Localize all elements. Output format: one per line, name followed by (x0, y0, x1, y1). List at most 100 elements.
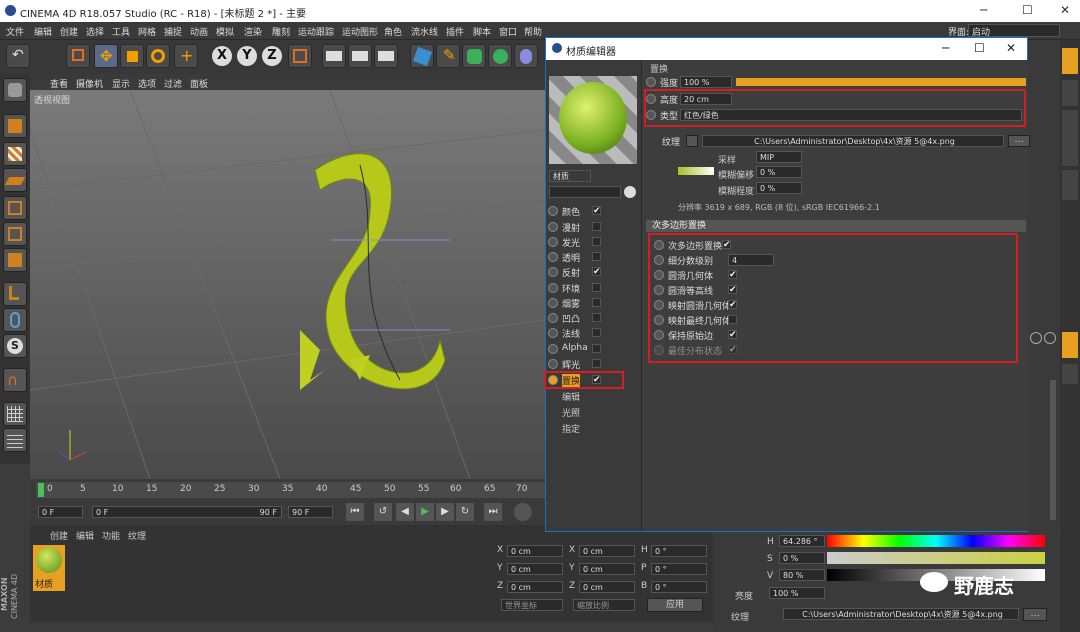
hue-slider[interactable] (827, 535, 1045, 547)
menu-select[interactable]: 选择 (86, 25, 104, 38)
mm-menu-function[interactable]: 功能 (102, 529, 120, 542)
channel-checkbox[interactable] (592, 222, 601, 231)
vp-menu-display[interactable]: 显示 (112, 77, 130, 90)
render-view-button[interactable] (322, 44, 346, 68)
strength-slider[interactable] (736, 78, 1026, 86)
channel-fog[interactable]: 烟雾 (548, 296, 638, 310)
menu-mograph[interactable]: 运动图形 (342, 25, 378, 38)
play-button[interactable]: ▶ (416, 503, 434, 521)
structure-tab[interactable] (1062, 170, 1078, 200)
channel-checkbox[interactable] (592, 344, 601, 353)
channel-editor[interactable]: 编辑 (562, 390, 580, 403)
channel-alpha[interactable]: Alpha (548, 342, 638, 356)
channel-glow[interactable]: 辉光 (548, 357, 638, 371)
menu-tools[interactable]: 工具 (112, 25, 130, 38)
channel-checkbox[interactable] (592, 298, 601, 307)
saturation-slider[interactable] (827, 552, 1045, 564)
material-name-field[interactable]: 材质 (549, 170, 591, 182)
settings-icon[interactable] (1044, 332, 1056, 344)
menu-animate[interactable]: 动画 (190, 25, 208, 38)
apply-button[interactable]: 应用 (647, 598, 703, 612)
next-key-button[interactable]: ↻ (456, 503, 474, 521)
channel-checkbox[interactable] (592, 237, 601, 246)
scale-tool-button[interactable] (120, 44, 144, 68)
menu-edit[interactable]: 编辑 (34, 25, 52, 38)
channel-checkbox[interactable]: ✔ (592, 267, 601, 277)
texture-browse-button[interactable]: … (1023, 608, 1047, 621)
goto-end-button[interactable]: ⏭ (484, 503, 502, 521)
lock-icon[interactable] (1030, 332, 1042, 344)
channel-radio[interactable] (548, 283, 558, 293)
channel-radio[interactable] (548, 206, 558, 216)
frame-range-slider[interactable]: 0 F 90 F (92, 506, 282, 518)
polygon-mode-button[interactable] (3, 248, 27, 272)
x-axis-lock-button[interactable]: X (212, 46, 232, 66)
y-axis-lock-button[interactable]: Y (237, 46, 257, 66)
channel-radio[interactable] (548, 267, 558, 277)
make-editable-button[interactable] (3, 78, 27, 102)
maximize-button[interactable]: ☐ (1022, 3, 1033, 17)
scrollbar[interactable] (1050, 380, 1056, 520)
me-close-button[interactable]: ✕ (1006, 41, 1016, 55)
vp-menu-view[interactable]: 查看 (50, 77, 68, 90)
menu-character[interactable]: 角色 (384, 25, 402, 38)
vp-menu-filter[interactable]: 过滤 (164, 77, 182, 90)
channel-radio[interactable] (548, 313, 558, 323)
animation-dot[interactable] (646, 77, 656, 87)
goto-start-button[interactable]: ⏮ (346, 503, 364, 521)
channel-bump[interactable]: 凹凸 (548, 311, 638, 325)
saturation-field[interactable]: 0 % (779, 552, 825, 564)
coordinate-system-button[interactable] (288, 44, 312, 68)
cube-object-button[interactable] (410, 44, 434, 68)
channel-checkbox[interactable]: ✔ (592, 206, 601, 216)
menu-create[interactable]: 创建 (60, 25, 78, 38)
layout-select[interactable]: 启动 (968, 24, 1060, 38)
material-preview[interactable] (549, 76, 637, 164)
menu-mesh[interactable]: 网格 (138, 25, 156, 38)
objects-tab[interactable] (1062, 48, 1078, 74)
render-settings-button[interactable] (374, 44, 398, 68)
snap-button[interactable]: S (3, 334, 27, 358)
content-browser-tab[interactable] (1062, 110, 1078, 166)
menu-render[interactable]: 渲染 (244, 25, 262, 38)
menu-file[interactable]: 文件 (6, 25, 24, 38)
close-button[interactable]: ✕ (1060, 3, 1070, 17)
channel-illumination[interactable]: 光照 (562, 406, 580, 419)
undo-button[interactable]: ↶ (6, 44, 30, 68)
vp-menu-options[interactable]: 选项 (138, 77, 156, 90)
blur-offset-field[interactable]: 0 % (756, 166, 802, 178)
channel-normal[interactable]: 法线 (548, 326, 638, 340)
rot-b-field[interactable]: 0 ° (651, 581, 707, 593)
select-tool-button[interactable] (66, 44, 90, 68)
strength-field[interactable]: 100 % (680, 76, 732, 88)
channel-environment[interactable]: 环境 (548, 281, 638, 295)
rotate-tool-button[interactable] (146, 44, 170, 68)
hue-field[interactable]: 64.286 ° (779, 535, 825, 547)
minimize-button[interactable]: ─ (980, 3, 987, 17)
texture-path-field[interactable]: C:\Users\Administrator\Desktop\4x\资源 5@4… (702, 135, 1004, 147)
workplane-mode-button[interactable] (3, 168, 27, 192)
mm-menu-edit[interactable]: 编辑 (76, 529, 94, 542)
vp-menu-camera[interactable]: 摄像机 (76, 77, 103, 90)
channel-color[interactable]: 颜色 ✔ (548, 204, 638, 218)
prev-key-button[interactable]: ↺ (374, 503, 392, 521)
deformer-button[interactable] (514, 44, 538, 68)
brightness-field[interactable]: 100 % (769, 587, 825, 599)
material-search-field[interactable] (549, 186, 621, 198)
perspective-viewport[interactable]: 透视视图 (30, 90, 545, 479)
me-maximize-button[interactable]: ☐ (974, 41, 985, 55)
vp-menu-panel[interactable]: 面板 (190, 77, 208, 90)
cloner-button[interactable] (488, 44, 512, 68)
channel-checkbox[interactable] (592, 359, 601, 368)
menu-window[interactable]: 窗口 (499, 25, 517, 38)
subdivision-button[interactable] (462, 44, 486, 68)
menu-sculpt[interactable]: 雕刻 (272, 25, 290, 38)
me-minimize-button[interactable]: ─ (942, 41, 949, 55)
next-frame-button[interactable]: ▶ (436, 503, 454, 521)
playhead[interactable] (38, 483, 44, 497)
grid-button[interactable] (3, 402, 27, 426)
channel-radio[interactable] (548, 328, 558, 338)
channel-radio[interactable] (548, 344, 558, 354)
pos-y-field[interactable]: 0 cm (507, 563, 563, 575)
size-y-field[interactable]: 0 cm (579, 563, 635, 575)
